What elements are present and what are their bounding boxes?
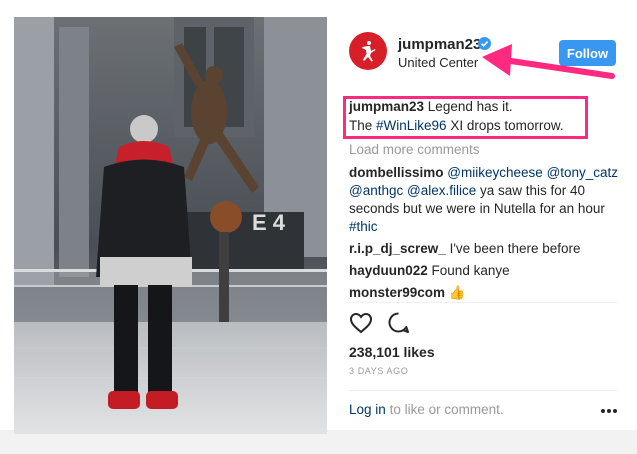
caption-text-2-suffix: XI drops tomorrow. <box>450 118 564 133</box>
comment-2: r.i.p_dj_screw_ I've been there before <box>349 240 581 258</box>
login-text: to like or comment. <box>389 402 504 417</box>
comment-1-line-2: @anthgc @alex.filice ya saw this for 40 <box>349 182 585 200</box>
caption-text-1: Legend has it. <box>427 99 513 114</box>
caption-line-2: The #WinLike96 XI drops tomorrow. <box>349 117 564 135</box>
comment-3: hayduun022 Found kanye <box>349 262 510 280</box>
jumpman-logo-icon <box>362 41 376 62</box>
divider <box>349 390 617 391</box>
likes-count[interactable]: 238,101 likes <box>349 344 435 360</box>
divider <box>349 302 617 303</box>
comment-text: ya saw this for 40 <box>480 183 586 198</box>
comment-text: I've been there before <box>449 241 581 256</box>
comment-1-line-3: seconds but we were in Nutella for an ho… <box>349 201 605 216</box>
profile-avatar[interactable] <box>349 32 387 70</box>
caption-text-2-prefix: The <box>349 118 373 133</box>
caption-username[interactable]: jumpman23 <box>349 99 424 114</box>
comment-1-line-1: dombellissimo @miikeycheese @tony_catz <box>349 164 618 182</box>
comment-4: monster99com 👍 <box>349 284 466 302</box>
caption-line-1: jumpman23 Legend has it. <box>349 98 513 116</box>
post-location[interactable]: United Center <box>398 55 478 70</box>
comment-username[interactable]: hayduun022 <box>349 263 428 278</box>
comment-mention[interactable]: @alex.filice <box>407 183 476 198</box>
comment-text: Found kanye <box>431 263 510 278</box>
load-more-comments[interactable]: Load more comments <box>349 141 480 159</box>
comment-mention[interactable]: @anthgc <box>349 183 403 198</box>
comment-mention[interactable]: @miikeycheese <box>447 165 543 180</box>
login-link[interactable]: Log in <box>349 402 386 417</box>
post-date: 3 DAYS AGO <box>349 366 409 376</box>
post-username[interactable]: jumpman23 <box>398 36 481 53</box>
comment-username[interactable]: dombellissimo <box>349 165 444 180</box>
post-photo-illustration: E 4 <box>14 17 327 434</box>
comment-username[interactable]: monster99com <box>349 285 445 300</box>
comment-hashtag[interactable]: #thic <box>349 218 378 236</box>
comment-username[interactable]: r.i.p_dj_screw_ <box>349 241 446 256</box>
more-options-icon[interactable] <box>600 408 618 414</box>
svg-text:E 4: E 4 <box>252 210 286 235</box>
instagram-post: E 4 jumpman23 United Center Follow jumpm… <box>0 0 637 454</box>
verified-badge-icon <box>478 37 491 50</box>
caption-hashtag[interactable]: #WinLike96 <box>376 118 447 133</box>
comment-mention[interactable]: @tony_catz <box>547 165 619 180</box>
post-photo[interactable]: E 4 <box>14 17 327 434</box>
heart-icon[interactable] <box>349 312 373 334</box>
follow-button[interactable]: Follow <box>559 40 616 66</box>
login-prompt: Log in to like or comment. <box>349 402 504 417</box>
comment-emoji: 👍 <box>448 285 466 300</box>
comment-icon[interactable] <box>387 311 410 334</box>
